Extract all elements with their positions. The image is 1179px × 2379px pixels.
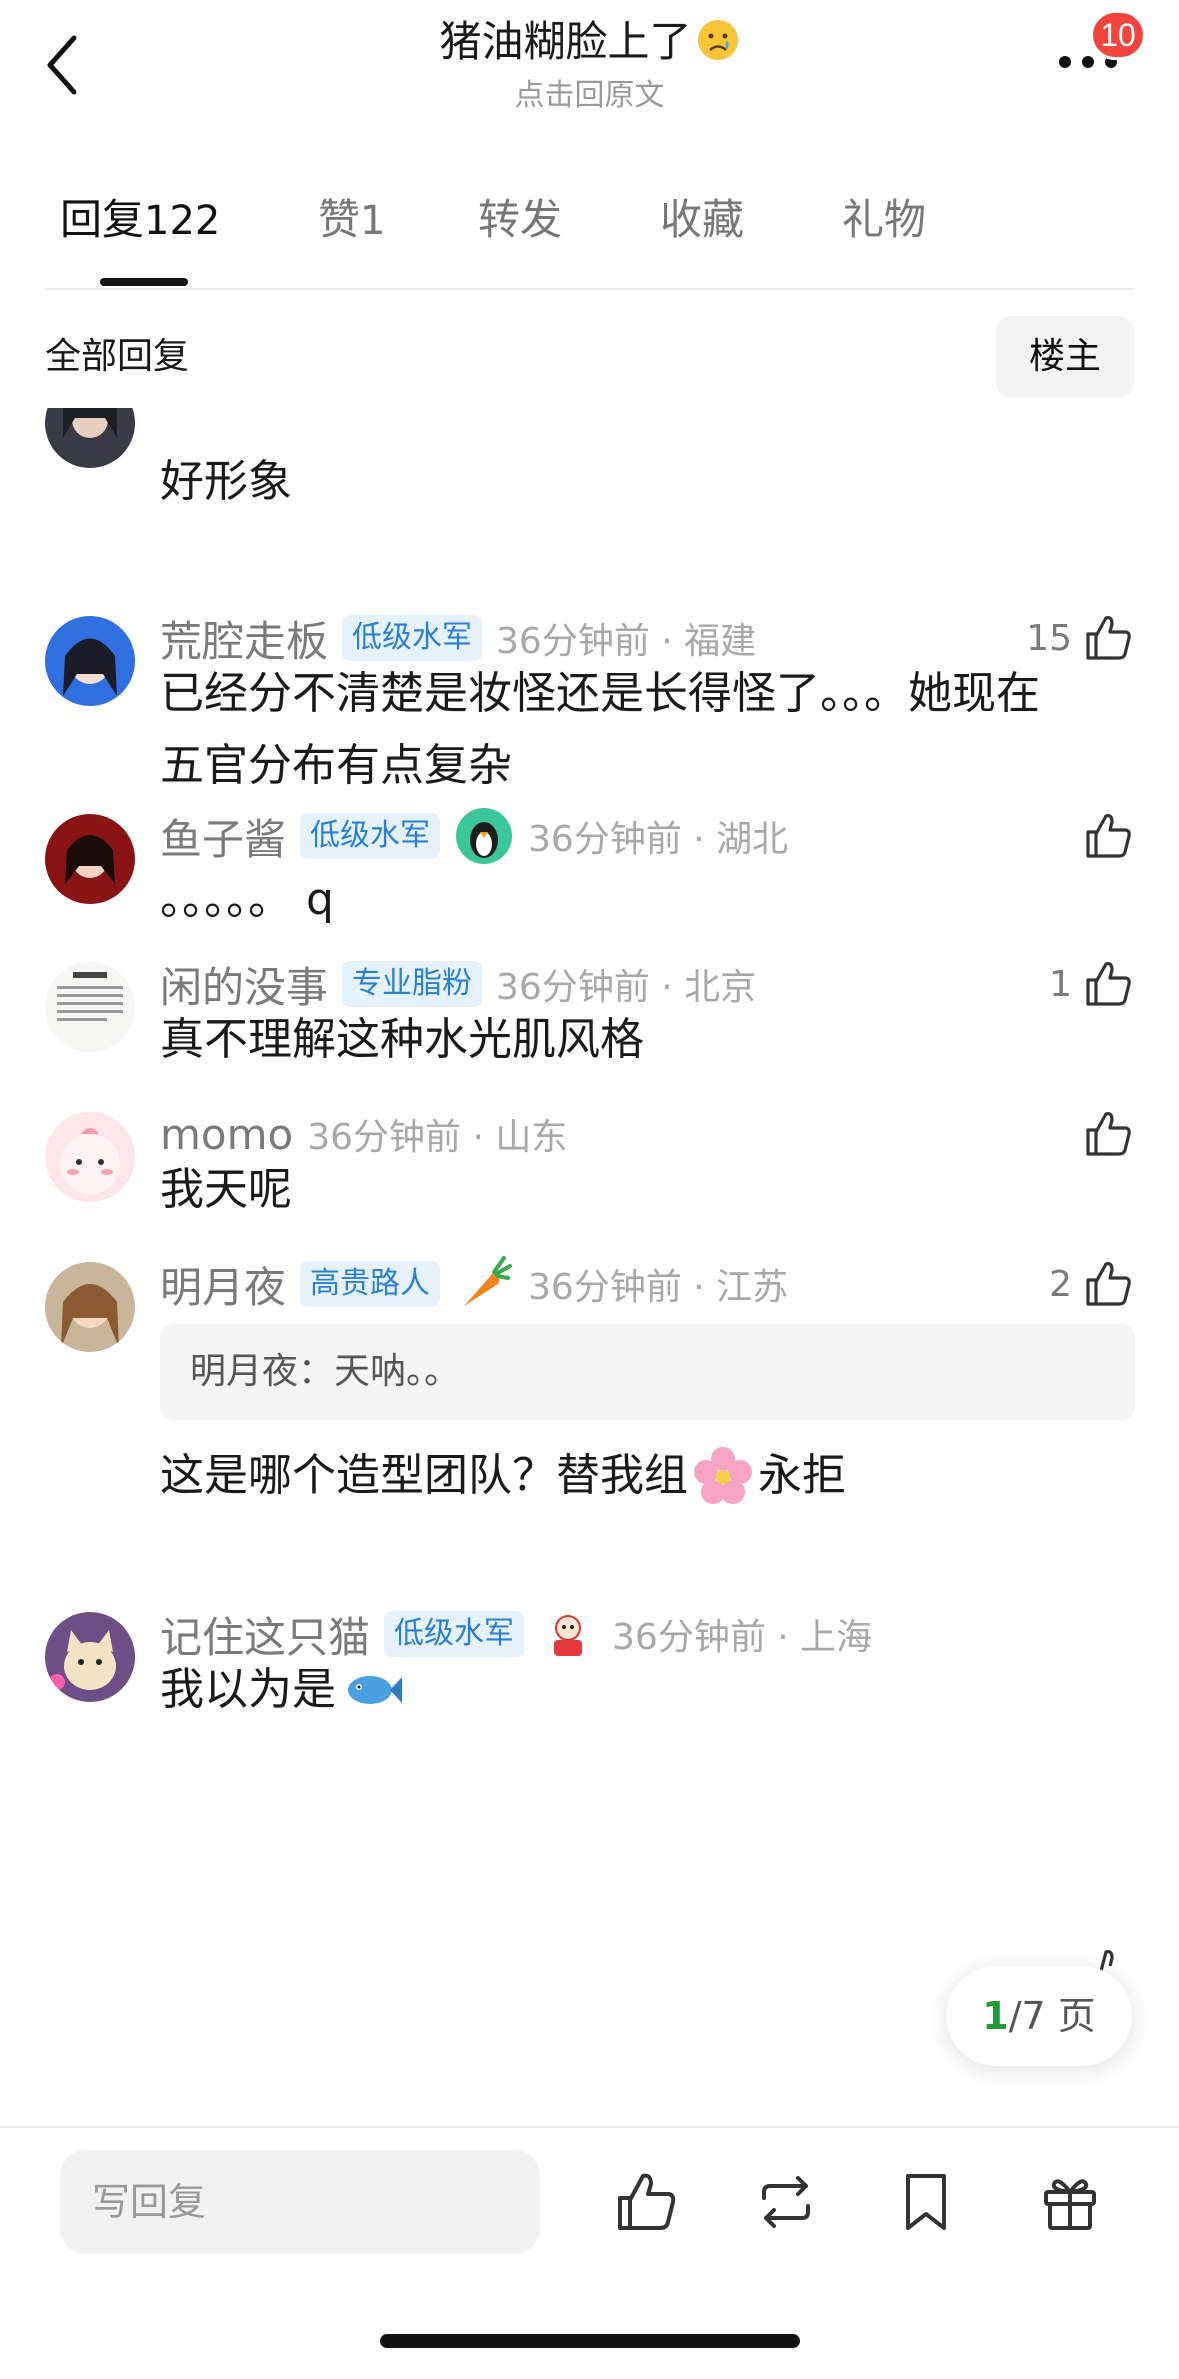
tab-favorites[interactable]: 收藏	[660, 190, 744, 250]
bookmark-icon[interactable]	[892, 2168, 960, 2236]
timestamp-location: 36分钟前 · 湖北	[528, 819, 789, 860]
level-badge: 高贵路人	[300, 1261, 441, 1307]
notification-badge: 10	[1090, 10, 1146, 60]
comment-list[interactable]: 好形象 荒腔走板 低级水军 36分钟前 · 福建 15 已经分不清楚是妆怪还是长…	[0, 408, 1179, 2128]
reply-input[interactable]: 写回复	[60, 2150, 540, 2254]
carrot-medal-icon	[464, 1256, 513, 1306]
like-count: 1	[1049, 963, 1072, 1005]
thumbs-up-icon	[1086, 814, 1131, 858]
page-title: 猪油糊脸上了	[0, 14, 1179, 76]
like-count: 2	[1049, 1263, 1072, 1305]
comment-meta: 明月夜 高贵路人 36分钟前 · 江苏	[160, 1254, 788, 1314]
flower-icon	[694, 1447, 752, 1504]
timestamp-location: 36分钟前 · 江苏	[528, 1267, 789, 1308]
section-title: 全部回复	[45, 336, 190, 377]
like-count: 15	[1026, 617, 1072, 659]
username[interactable]: momo	[160, 1110, 293, 1159]
tab-likes[interactable]: 赞1	[318, 190, 385, 251]
avatar[interactable]	[45, 408, 135, 468]
thumbs-up-icon	[1086, 616, 1131, 660]
tab-replies[interactable]: 回复122	[60, 190, 220, 251]
gift-icon[interactable]	[1036, 2168, 1104, 2236]
timestamp-location: 36分钟前 · 福建	[496, 621, 757, 662]
comment-text: 真不理解这种水光肌风格	[160, 1014, 644, 1065]
comment-text: 已经分不清楚是妆怪还是长得怪了。。。她现在 五官分布有点复杂	[160, 668, 1040, 791]
thumbs-up-icon	[1086, 1262, 1131, 1306]
avatar[interactable]	[45, 962, 135, 1052]
level-badge: 低级水军	[342, 615, 483, 661]
divider	[45, 288, 1135, 290]
penguin-medal-icon	[456, 808, 513, 864]
avatar[interactable]	[45, 814, 135, 904]
tab-gifts[interactable]: 礼物	[842, 190, 926, 250]
avatar[interactable]	[45, 1262, 135, 1352]
comment-text: 这是哪个造型团队？替我组 永拒	[160, 1440, 1135, 1512]
username[interactable]: 明月夜	[160, 1254, 286, 1315]
owner-filter-button[interactable]: 楼主	[996, 316, 1134, 398]
thumbs-up-icon[interactable]	[612, 2168, 680, 2236]
like-button[interactable]	[1082, 806, 1134, 866]
username[interactable]: 鱼子酱	[160, 806, 286, 867]
title-block[interactable]: 猪油糊脸上了 点击回原文	[0, 14, 1179, 116]
thumbs-up-icon	[1086, 962, 1131, 1006]
comment-text: 我天呢	[160, 1164, 292, 1215]
repost-icon[interactable]	[752, 2168, 820, 2236]
timestamp-location: 36分钟前 · 北京	[496, 967, 757, 1008]
level-badge: 专业脂粉	[342, 961, 483, 1007]
active-tab-indicator	[100, 278, 188, 286]
level-badge: 低级水军	[300, 813, 441, 859]
comment-text: 好形象	[160, 456, 292, 507]
home-indicator	[380, 2334, 800, 2348]
crying-face-icon	[696, 18, 740, 76]
fish-icon	[348, 1676, 402, 1704]
page-indicator[interactable]: 1/7 页	[946, 1966, 1132, 2066]
timestamp-location: 36分钟前 · 上海	[612, 1617, 873, 1658]
comment-text: 。。。。。 q	[160, 874, 334, 925]
like-button[interactable]: 2	[1049, 1254, 1134, 1314]
timestamp-location: 36分钟前 · 山东	[307, 1117, 568, 1158]
avatar[interactable]	[45, 1612, 135, 1702]
back-to-original-link[interactable]: 点击回原文	[0, 76, 1179, 116]
top-bar: 猪油糊脸上了 点击回原文 10	[0, 0, 1179, 130]
level-badge: 低级水军	[384, 1611, 525, 1657]
comment-meta: 鱼子酱 低级水军 36分钟前 · 湖北	[160, 806, 788, 866]
avatar[interactable]	[45, 1112, 135, 1202]
tab-reposts[interactable]: 转发	[478, 190, 562, 250]
tab-bar: 回复122 赞1 转发 收藏 礼物	[0, 190, 1179, 290]
thumbs-up-icon	[1086, 1112, 1131, 1156]
avatar[interactable]	[45, 616, 135, 706]
comment-text: 我以为是	[160, 1654, 1135, 1726]
quoted-reply[interactable]: 明月夜：天呐。。	[160, 1324, 1135, 1420]
